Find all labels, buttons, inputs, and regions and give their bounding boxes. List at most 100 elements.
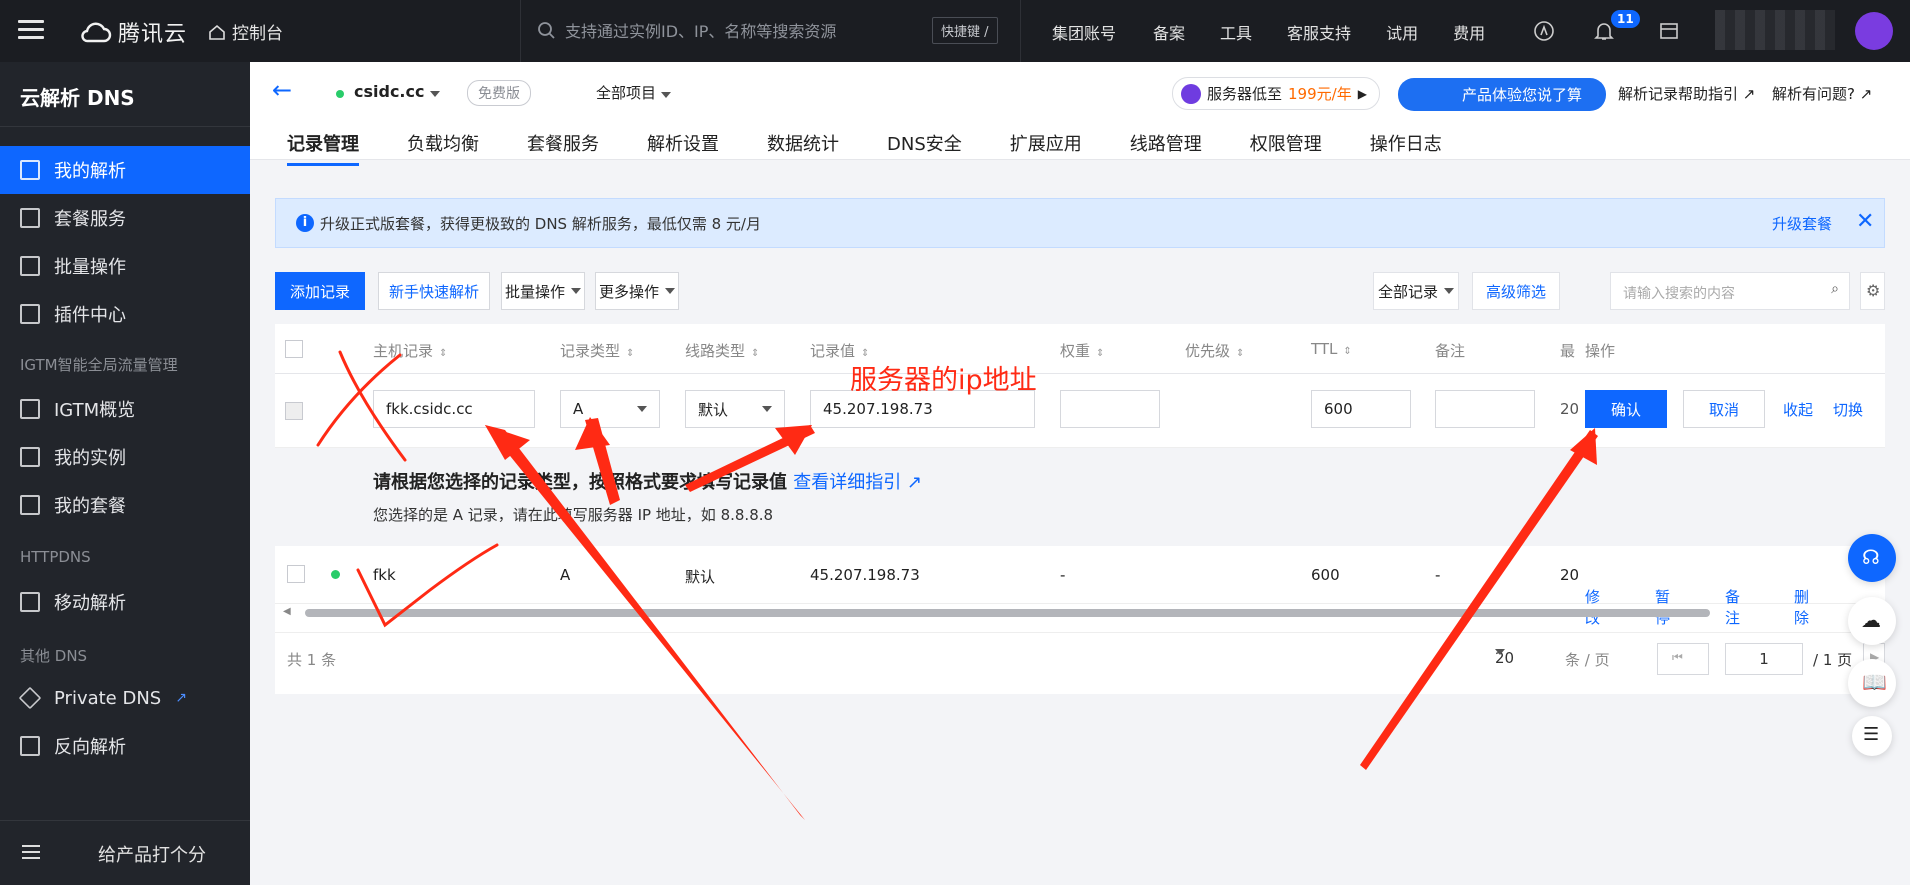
ticket-icon[interactable] <box>1658 20 1680 42</box>
sidebar-item-my-package[interactable]: 我的套餐 <box>0 481 250 529</box>
cancel-button[interactable]: 取消 <box>1683 390 1765 428</box>
confirm-button[interactable]: 确认 <box>1585 390 1667 428</box>
scroll-left-icon[interactable]: ◀ <box>283 606 291 617</box>
col-ttl[interactable]: TTL ⇕ <box>1311 340 1352 358</box>
sort-icon: ⇕ <box>1096 348 1105 359</box>
feedback-link[interactable]: 给产品打个分 <box>98 841 206 867</box>
menu-icon[interactable] <box>18 20 44 40</box>
cell-truncated: 20 <box>1560 566 1580 584</box>
nav-trial[interactable]: 试用 <box>1386 20 1418 44</box>
host-input[interactable]: fkk.csidc.cc <box>373 390 535 428</box>
close-icon[interactable]: ✕ <box>1856 209 1874 234</box>
tab-logs[interactable]: 操作日志 <box>1370 130 1442 164</box>
divider <box>1020 0 1021 62</box>
record-search-input[interactable]: 请输入搜索的内容 ⌕ <box>1610 272 1850 310</box>
avatar[interactable] <box>1855 12 1893 50</box>
col-value-label: 记录值 <box>810 342 856 360</box>
detail-guide-link[interactable]: 查看详细指引 ↗ <box>793 472 922 493</box>
sidebar-item-my-dns[interactable]: 我的解析 <box>0 146 250 194</box>
record-filter-dropdown[interactable]: 全部记录 <box>1373 272 1459 310</box>
sidebar-item-plugin[interactable]: 插件中心 <box>0 290 250 338</box>
sort-icon: ⇕ <box>439 348 448 359</box>
nav-support[interactable]: 客服支持 <box>1287 20 1351 44</box>
menu-list-button[interactable]: ☰ <box>1852 716 1892 756</box>
col-ttl-label: TTL <box>1311 340 1338 358</box>
tab-permissions[interactable]: 权限管理 <box>1250 130 1322 164</box>
customer-service-button[interactable]: ☊ <box>1848 534 1896 582</box>
col-type[interactable]: 记录类型 ⇕ <box>560 340 634 361</box>
notice-text: 升级正式版套餐，获得更极致的 DNS 解析服务，最低仅需 8 元/月 <box>320 215 761 233</box>
cloud-assistant-button[interactable]: ☁ <box>1848 597 1896 645</box>
upgrade-link[interactable]: 升级套餐 <box>1772 213 1832 234</box>
add-record-button[interactable]: 添加记录 <box>275 272 365 310</box>
server-promo[interactable]: 服务器低至 199元/年 ▶ <box>1172 77 1380 110</box>
tab-lines[interactable]: 线路管理 <box>1130 130 1202 164</box>
sidebar-item-reverse-dns[interactable]: 反向解析 <box>0 722 250 770</box>
sidebar-item-label: 我的套餐 <box>54 496 126 517</box>
sidebar-group-httpdns: HTTPDNS <box>20 548 91 566</box>
advanced-filter-button[interactable]: 高级筛选 <box>1472 272 1560 310</box>
batch-icon <box>20 256 40 276</box>
tab-load-balance[interactable]: 负载均衡 <box>407 130 479 164</box>
switch-link[interactable]: 切换 <box>1830 390 1866 428</box>
global-search[interactable]: 支持通过实例ID、IP、名称等搜索资源 <box>537 18 836 42</box>
tab-extensions[interactable]: 扩展应用 <box>1010 130 1082 164</box>
docs-button[interactable]: 📖 <box>1848 659 1896 707</box>
table-row: fkk A 默认 45.207.198.73 - 600 - 20 修改 暂停 … <box>275 546 1885 627</box>
console-link[interactable]: 控制台 <box>208 19 283 44</box>
tab-dns-security[interactable]: DNS安全 <box>887 130 962 164</box>
divider <box>520 0 521 62</box>
row-checkbox[interactable] <box>287 565 305 583</box>
sidebar-item-batch[interactable]: 批量操作 <box>0 242 250 290</box>
collapse-menu-icon[interactable] <box>22 845 40 859</box>
shortcut-key[interactable]: 快捷键 / <box>932 17 998 44</box>
batch-ops-dropdown[interactable]: 批量操作 <box>501 272 585 310</box>
nav-group-account[interactable]: 集团账号 <box>1052 20 1116 44</box>
sidebar-item-my-instance[interactable]: 我的实例 <box>0 433 250 481</box>
weight-input[interactable] <box>1060 390 1160 428</box>
ttl-input[interactable]: 600 <box>1311 390 1411 428</box>
remark-input[interactable] <box>1435 390 1535 428</box>
select-all-checkbox[interactable] <box>285 340 303 358</box>
nav-tools[interactable]: 工具 <box>1220 20 1252 44</box>
help-question-link[interactable]: 解析有问题? ↗ <box>1772 83 1872 104</box>
tab-package[interactable]: 套餐服务 <box>527 130 599 164</box>
help-guide-link[interactable]: 解析记录帮助指引 ↗ <box>1618 83 1755 104</box>
quick-setup-button[interactable]: 新手快速解析 <box>378 272 490 310</box>
line-type-select[interactable]: 默认 <box>685 390 785 428</box>
gear-icon[interactable]: ⚙ <box>1860 272 1885 310</box>
col-weight[interactable]: 权重 ⇕ <box>1060 340 1104 361</box>
domain-header: ← csidc.cc 免费版 全部项目 服务器低至 199元/年 ▶ 产品体验您… <box>250 62 1910 166</box>
tab-statistics[interactable]: 数据统计 <box>767 130 839 164</box>
sidebar-item-package[interactable]: 套餐服务 <box>0 194 250 242</box>
domain-selector[interactable]: csidc.cc <box>354 82 441 101</box>
sidebar-item-igtm-overview[interactable]: IGTM概览 <box>0 385 250 433</box>
horizontal-scrollbar[interactable]: ◀ <box>275 606 1885 618</box>
col-host[interactable]: 主机记录 ⇕ <box>373 340 447 361</box>
tab-settings[interactable]: 解析设置 <box>647 130 719 164</box>
feedback-banner-button[interactable]: 产品体验您说了算 <box>1398 78 1607 111</box>
promo-text: 服务器低至 <box>1207 85 1283 103</box>
collapse-link[interactable]: 收起 <box>1780 390 1816 428</box>
first-page-button[interactable]: ⏮ <box>1657 643 1709 675</box>
tab-records[interactable]: 记录管理 <box>287 130 359 166</box>
col-priority[interactable]: 优先级 ⇕ <box>1185 340 1244 361</box>
scrollbar-thumb[interactable] <box>305 609 1710 617</box>
project-selector[interactable]: 全部项目 <box>596 82 671 103</box>
nav-filing[interactable]: 备案 <box>1153 20 1185 44</box>
developer-icon[interactable] <box>1533 20 1555 42</box>
cell-weight: - <box>1060 566 1066 584</box>
col-line[interactable]: 线路类型 ⇕ <box>685 340 759 361</box>
brand-logo[interactable]: 腾讯云 <box>80 16 187 48</box>
page-number-input[interactable]: 1 <box>1725 643 1803 675</box>
record-value-hint: 请根据您选择的记录类型，按照格式要求填写记录值 查看详细指引 ↗ 您选择的是 A… <box>275 448 1885 546</box>
sidebar-item-mobile-dns[interactable]: 移动解析 <box>0 578 250 626</box>
row-checkbox-disabled <box>285 402 303 420</box>
back-arrow-icon[interactable]: ← <box>272 76 292 104</box>
nav-billing[interactable]: 费用 <box>1453 20 1485 44</box>
dns-record-icon <box>20 160 40 180</box>
record-type-select[interactable]: A <box>560 390 660 428</box>
more-ops-dropdown[interactable]: 更多操作 <box>595 272 679 310</box>
sidebar-item-private-dns[interactable]: Private DNS ↗ <box>0 674 250 722</box>
sidebar-item-label: 我的实例 <box>54 448 126 469</box>
